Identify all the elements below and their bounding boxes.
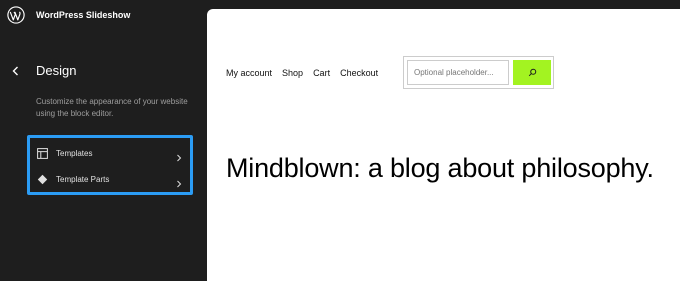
sidebar-item-label: Template Parts: [56, 174, 110, 184]
sidebar-title: Design: [36, 63, 77, 78]
wordpress-logo-icon[interactable]: [7, 6, 25, 24]
sidebar-item-templates[interactable]: Templates: [37, 142, 183, 164]
chevron-left-icon[interactable]: [9, 64, 23, 78]
sidebar-description: Customize the appearance of your website…: [36, 97, 188, 118]
chevron-right-icon: [175, 175, 183, 188]
site-name: WordPress Slideshow: [36, 10, 131, 20]
preview-navigation: My account Shop Cart Checkout: [226, 68, 388, 78]
nav-link-cart[interactable]: Cart: [313, 68, 330, 78]
search-button[interactable]: [513, 60, 551, 85]
search-block: [403, 56, 554, 89]
sidebar-item-label: Templates: [56, 148, 93, 158]
search-input[interactable]: [407, 60, 509, 85]
nav-link-shop[interactable]: Shop: [282, 68, 303, 78]
chevron-right-icon: [175, 149, 183, 162]
symbol-filled-icon: [37, 174, 48, 185]
sidebar-nav-highlight: Templates Template Parts: [27, 135, 193, 195]
nav-link-checkout[interactable]: Checkout: [340, 68, 378, 78]
page-heading: Mindblown: a blog about philosophy.: [226, 153, 654, 183]
nav-link-my-account[interactable]: My account: [226, 68, 272, 78]
sidebar-item-template-parts[interactable]: Template Parts: [37, 168, 183, 190]
site-preview-canvas[interactable]: My account Shop Cart Checkout Mindblown:…: [207, 9, 680, 281]
search-icon: [528, 65, 537, 80]
layout-icon: [37, 147, 48, 159]
